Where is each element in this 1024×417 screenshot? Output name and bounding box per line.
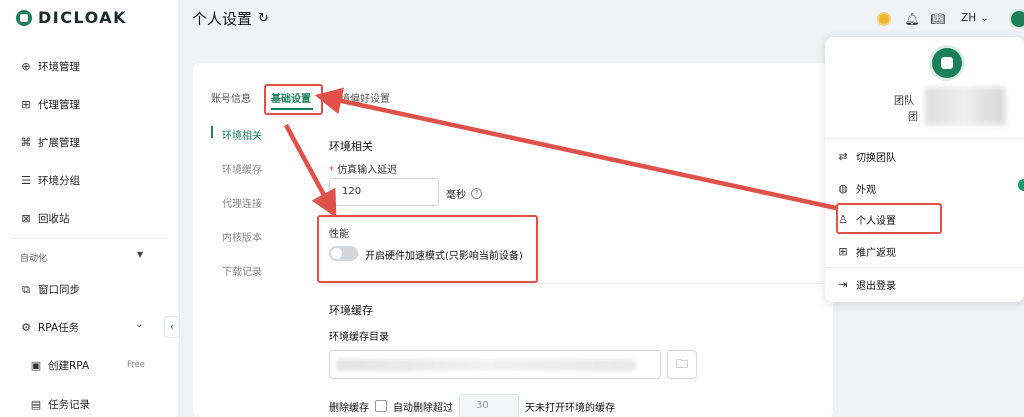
arrow-to-performance bbox=[284, 123, 337, 218]
annotation-arrows bbox=[284, 87, 837, 218]
arrow-to-basic-settings bbox=[314, 87, 837, 211]
